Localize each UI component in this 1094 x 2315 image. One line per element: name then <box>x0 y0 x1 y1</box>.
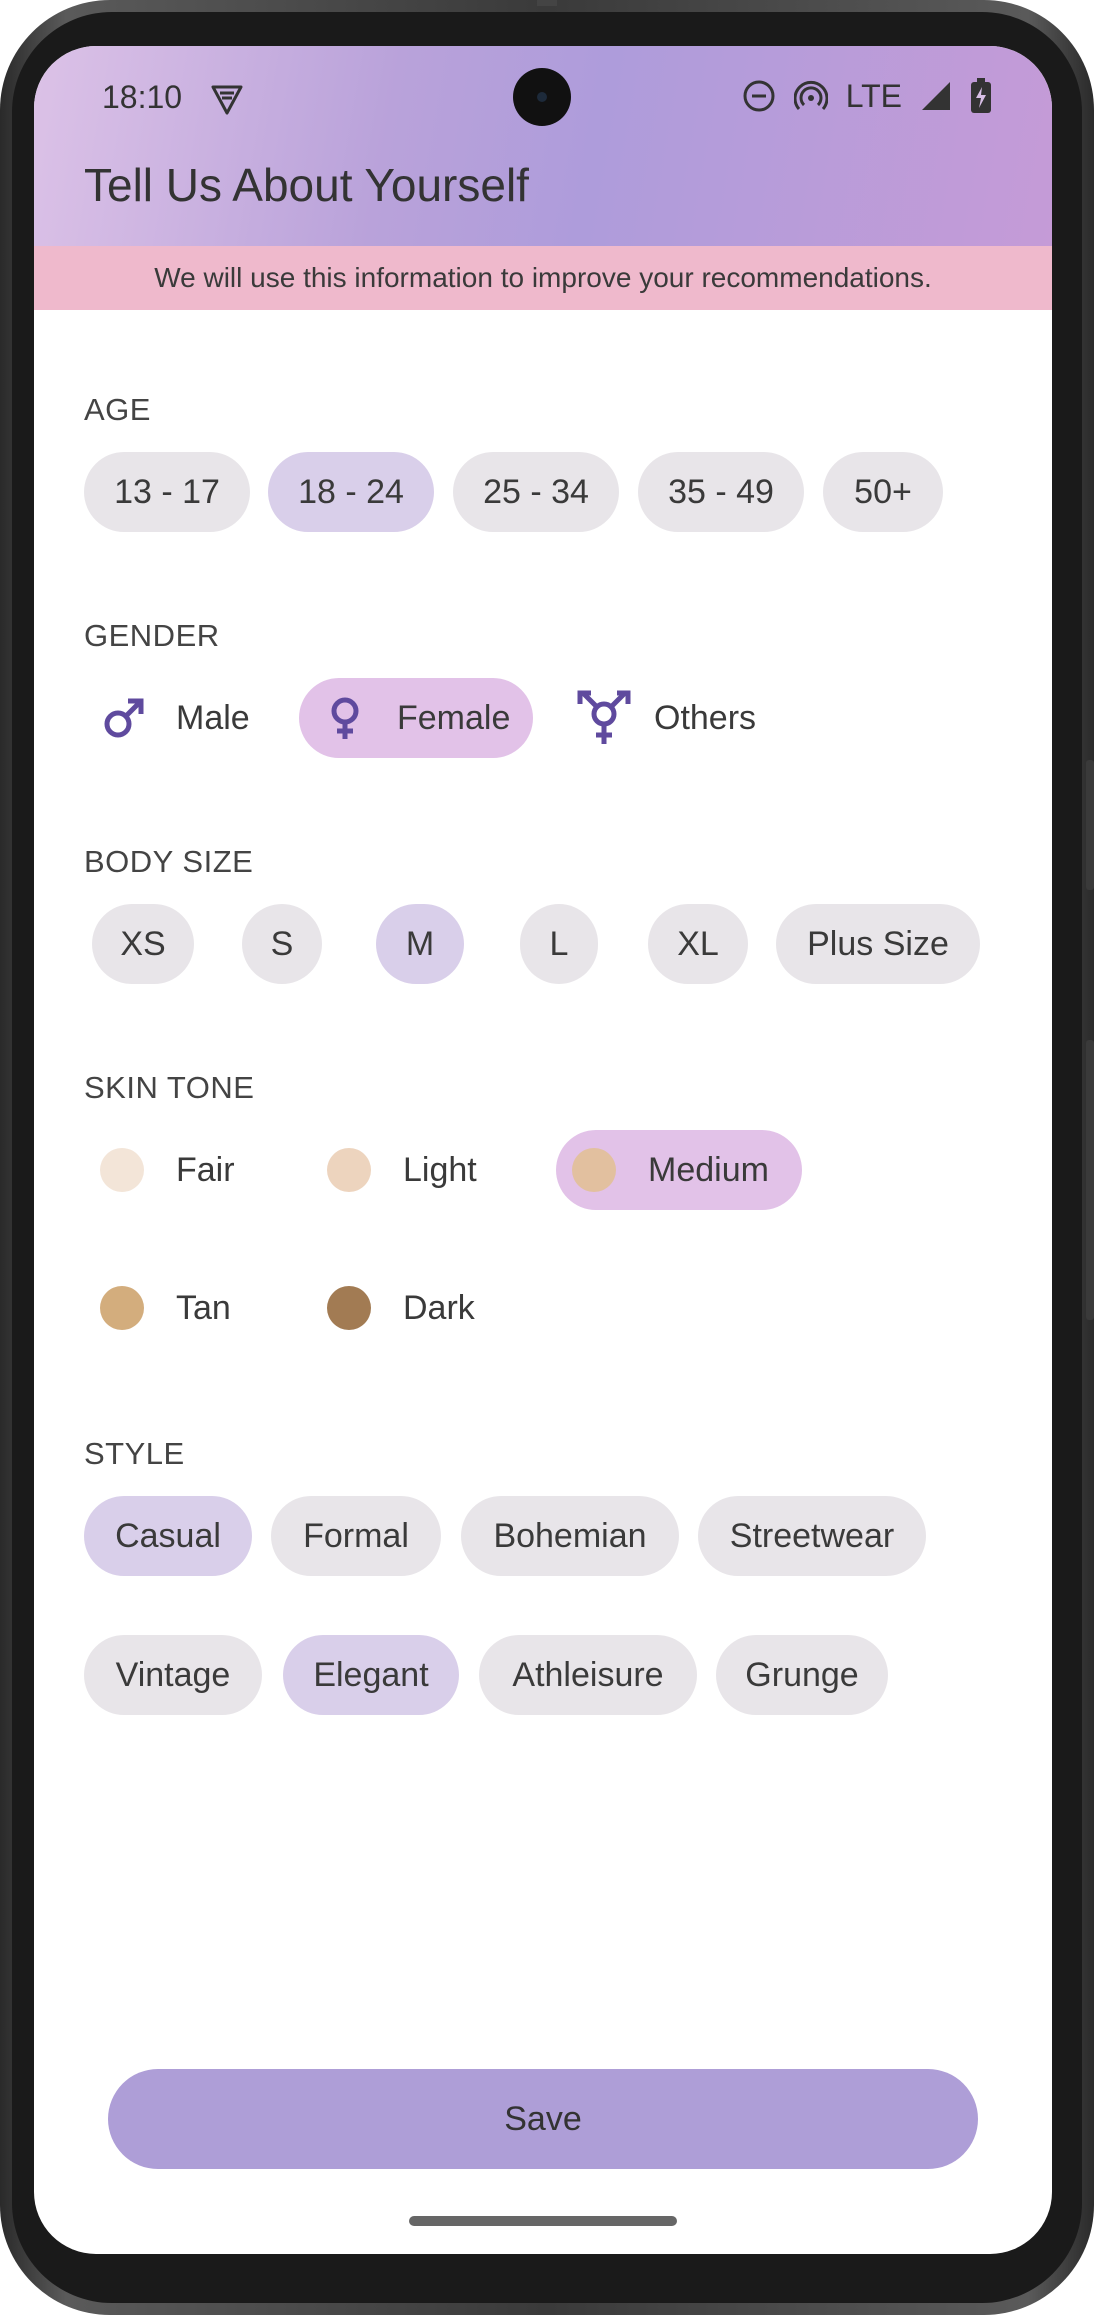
gender-option-label: Others <box>654 698 757 737</box>
do-not-disturb-icon <box>743 80 775 112</box>
transgender-symbol-icon <box>577 690 631 744</box>
age-chip-50-plus[interactable]: 50+ <box>823 452 943 532</box>
skin-tone-option-fair[interactable]: Fair <box>84 1130 274 1210</box>
front-camera <box>513 68 571 126</box>
age-section-label: AGE <box>84 392 151 427</box>
skin-swatch-dark <box>327 1286 371 1330</box>
skin-tone-label: Medium <box>648 1150 769 1189</box>
style-chip-athleisure[interactable]: Athleisure <box>479 1635 697 1715</box>
app-header: 18:10 LTE Tell Us About Yourself <box>34 46 1052 246</box>
gender-option-label: Male <box>176 698 250 737</box>
style-section-label: STYLE <box>84 1436 185 1471</box>
skin-swatch-medium <box>572 1148 616 1192</box>
size-chip-plus-size[interactable]: Plus Size <box>776 904 980 984</box>
size-chip-l[interactable]: L <box>520 904 598 984</box>
skin-tone-option-light[interactable]: Light <box>311 1130 511 1210</box>
skin-tone-option-medium[interactable]: Medium <box>556 1130 802 1210</box>
style-chip-casual[interactable]: Casual <box>84 1496 252 1576</box>
size-chip-xs[interactable]: XS <box>92 904 194 984</box>
skin-tone-option-tan[interactable]: Tan <box>84 1268 274 1348</box>
skin-tone-section-label: SKIN TONE <box>84 1070 255 1105</box>
battery-charging-icon <box>971 78 991 113</box>
skin-swatch-light <box>327 1148 371 1192</box>
hotspot-icon <box>793 80 828 110</box>
style-chip-streetwear[interactable]: Streetwear <box>698 1496 926 1576</box>
volume-button <box>1086 1040 1094 1320</box>
gender-option-label: Female <box>397 698 511 737</box>
body-size-section-label: BODY SIZE <box>84 844 254 879</box>
gender-option-female[interactable]: Female <box>299 678 533 758</box>
age-chip-13-17[interactable]: 13 - 17 <box>84 452 250 532</box>
gender-section-label: GENDER <box>84 618 220 653</box>
style-chip-formal[interactable]: Formal <box>271 1496 441 1576</box>
page-title: Tell Us About Yourself <box>84 159 529 211</box>
save-button[interactable]: Save <box>108 2069 978 2169</box>
screen: 18:10 LTE Tell Us About Yourself We will… <box>34 46 1052 2254</box>
female-symbol-icon <box>331 697 359 739</box>
age-chip-35-49[interactable]: 35 - 49 <box>638 452 804 532</box>
signal-icon <box>922 82 950 110</box>
age-chip-25-34[interactable]: 25 - 34 <box>453 452 619 532</box>
frame-top-detail <box>537 0 557 6</box>
status-icons: LTE <box>742 76 992 116</box>
skin-swatch-tan <box>100 1286 144 1330</box>
info-banner: We will use this information to improve … <box>34 246 1052 310</box>
style-chip-bohemian[interactable]: Bohemian <box>461 1496 679 1576</box>
power-button <box>1086 760 1094 890</box>
style-chip-elegant[interactable]: Elegant <box>283 1635 459 1715</box>
size-chip-m[interactable]: M <box>376 904 464 984</box>
home-gesture-bar[interactable] <box>409 2216 677 2226</box>
age-chip-18-24[interactable]: 18 - 24 <box>268 452 434 532</box>
skin-tone-label: Dark <box>403 1288 475 1327</box>
skin-tone-option-dark[interactable]: Dark <box>311 1268 511 1348</box>
male-symbol-icon <box>104 698 144 738</box>
style-chip-grunge[interactable]: Grunge <box>716 1635 888 1715</box>
network-type: LTE <box>845 77 902 114</box>
vpn-shield-icon <box>211 85 243 115</box>
size-chip-s[interactable]: S <box>242 904 322 984</box>
skin-swatch-fair <box>100 1148 144 1192</box>
skin-tone-label: Fair <box>176 1150 235 1189</box>
skin-tone-label: Tan <box>176 1288 231 1327</box>
style-chip-vintage[interactable]: Vintage <box>84 1635 262 1715</box>
status-time: 18:10 <box>102 79 183 115</box>
gender-option-male[interactable]: Male <box>84 678 264 758</box>
status-bar: 18:10 LTE <box>34 46 1052 146</box>
size-chip-xl[interactable]: XL <box>648 904 748 984</box>
gender-option-others[interactable]: Others <box>560 678 790 758</box>
skin-tone-label: Light <box>403 1150 477 1189</box>
